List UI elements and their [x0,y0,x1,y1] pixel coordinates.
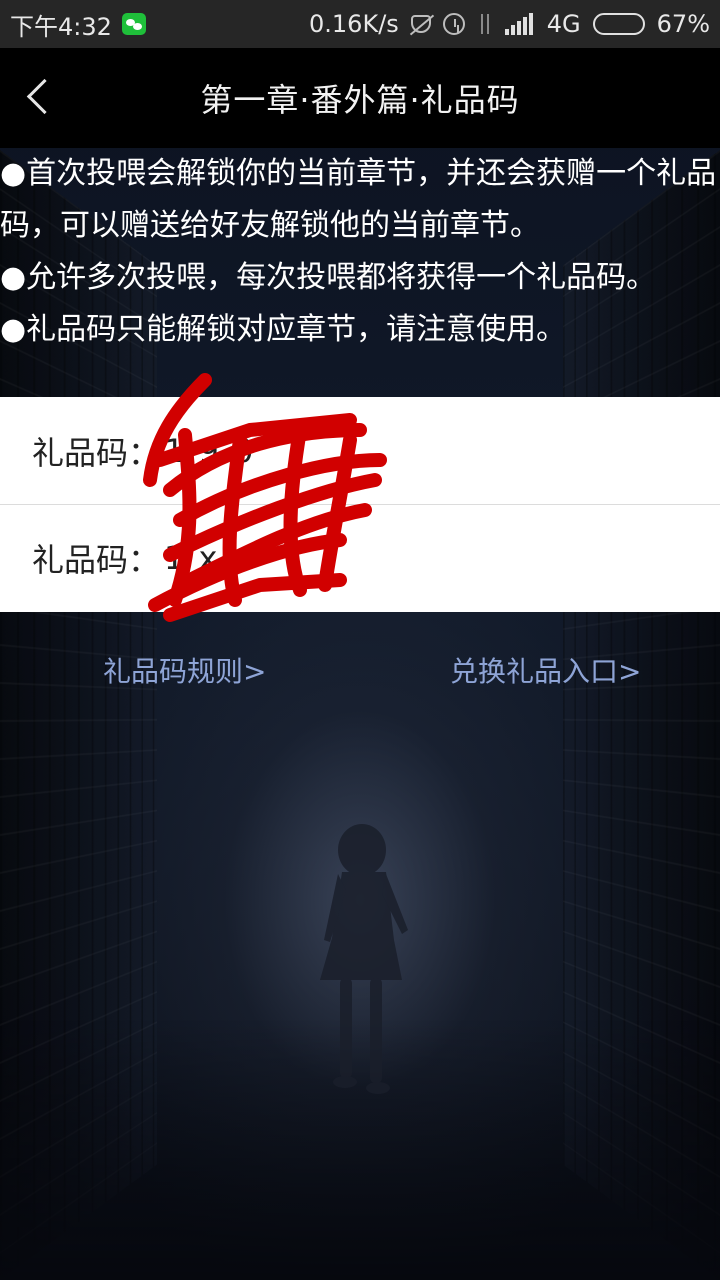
nav-bar: 第一章·番外篇·礼品码 [0,48,720,148]
page-title: 第一章·番外篇·礼品码 [200,75,519,121]
rule-item: ●允许多次投喂，每次投喂都将获得一个礼品码。 [0,252,720,304]
rule-item: ●首次投喂会解锁你的当前章节，并还会获赠一个礼品码，可以赠送给好友解锁他的当前章… [0,148,720,252]
redaction-scribble [140,370,390,625]
status-bar: 下午4:32 0.16K/s 4G 67% [0,0,720,48]
girl-silhouette-illustration [290,810,430,1110]
mute-icon [411,15,431,33]
network-type: 4G [547,10,581,38]
signal-icon [505,13,535,35]
screen: 下午4:32 0.16K/s 4G 67% 第一章·番外篇·礼品码 ●首次投喂会… [0,0,720,1280]
back-icon[interactable] [20,78,60,118]
gift-code-rules-link[interactable]: 礼品码规则> [103,650,266,690]
status-time: 下午4:32 [10,7,112,42]
battery-icon [593,13,645,35]
rules-text: ●首次投喂会解锁你的当前章节，并还会获赠一个礼品码，可以赠送给好友解锁他的当前章… [0,148,720,356]
link-bar: 礼品码规则> 兑换礼品入口> [0,650,720,694]
data-icon [477,12,493,36]
net-speed: 0.16K/s [309,10,399,38]
rule-item: ●礼品码只能解锁对应章节，请注意使用。 [0,304,720,356]
gift-exchange-link[interactable]: 兑换礼品入口> [450,650,641,690]
battery-percent: 67% [657,10,710,38]
alarm-icon [443,13,465,35]
wechat-icon [122,13,146,35]
